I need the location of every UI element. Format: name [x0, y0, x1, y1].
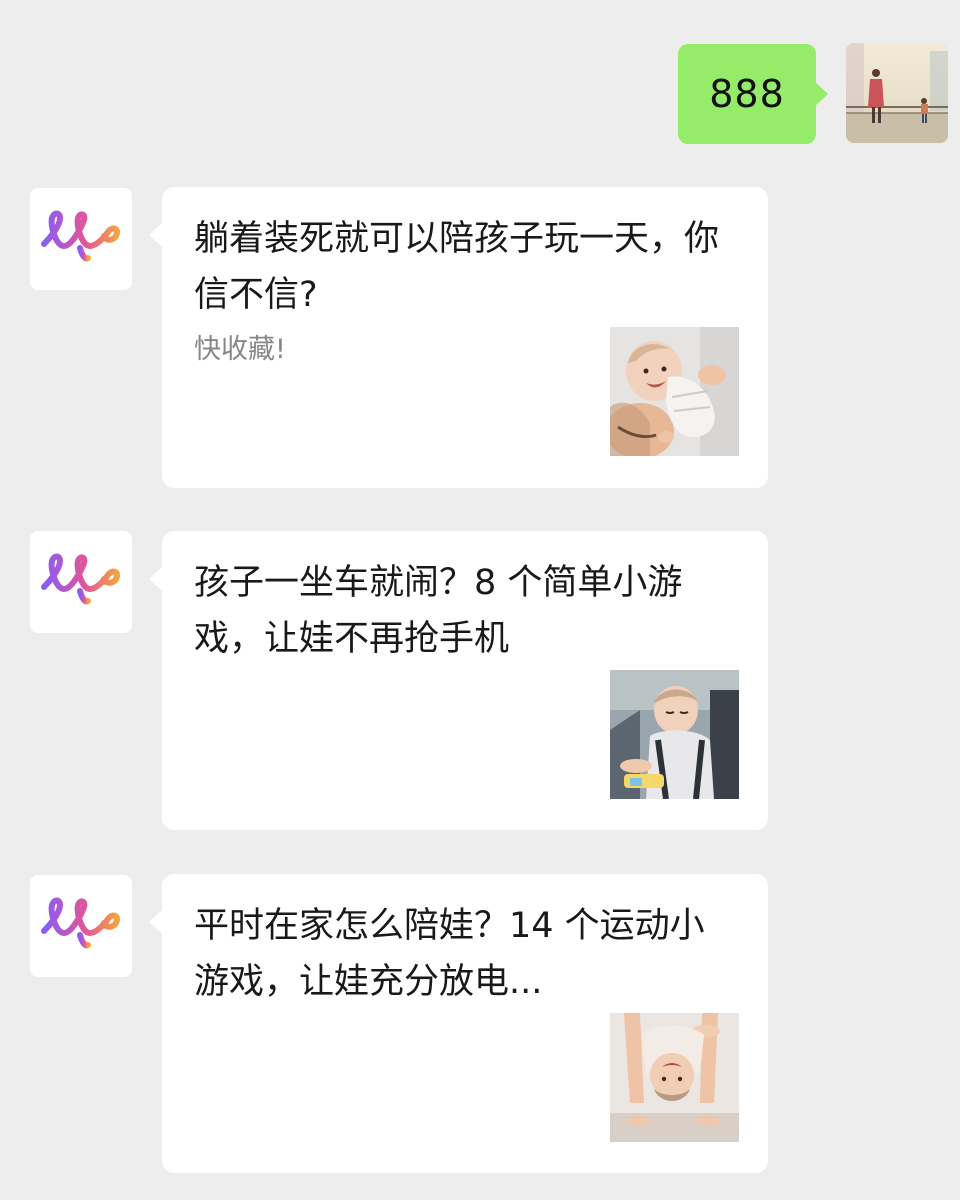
article-title: 平时在家怎么陪娃？14 个运动小游戏，让娃充分放电... — [194, 906, 705, 1002]
loop-logo-icon — [41, 897, 120, 949]
article-title: 孩子一坐车就闹？8 个简单小游戏，让娃不再抢手机 — [194, 563, 683, 659]
loop-logo-icon — [41, 210, 120, 262]
loop-logo-icon — [41, 553, 120, 605]
account-avatar[interactable] — [30, 531, 132, 633]
outgoing-message-bubble[interactable]: 888 — [678, 44, 828, 144]
parent-with-baby-thumbnail-icon — [610, 327, 739, 456]
article-card[interactable]: 孩子一坐车就闹？8 个简单小游戏，让娃不再抢手机 — [149, 531, 768, 830]
user-avatar-photo-icon — [846, 43, 948, 143]
outgoing-message-text: 888 — [709, 72, 785, 116]
account-avatar[interactable] — [30, 875, 132, 977]
article-thumbnail — [610, 327, 739, 456]
upside-down-child-thumbnail-icon — [610, 1013, 739, 1142]
account-avatar[interactable] — [30, 188, 132, 290]
article-card[interactable]: 躺着装死就可以陪孩子玩一天，你信不信? 快收藏! — [149, 187, 768, 488]
article-description: 快收藏! — [194, 334, 286, 365]
article-title: 躺着装死就可以陪孩子玩一天，你信不信? — [194, 219, 720, 315]
baby-in-car-seat-thumbnail-icon — [610, 670, 739, 799]
article-card[interactable]: 平时在家怎么陪娃？14 个运动小游戏，让娃充分放电... — [149, 874, 768, 1173]
article-thumbnail — [610, 1013, 739, 1142]
article-thumbnail — [610, 670, 739, 799]
user-avatar[interactable] — [846, 43, 948, 143]
